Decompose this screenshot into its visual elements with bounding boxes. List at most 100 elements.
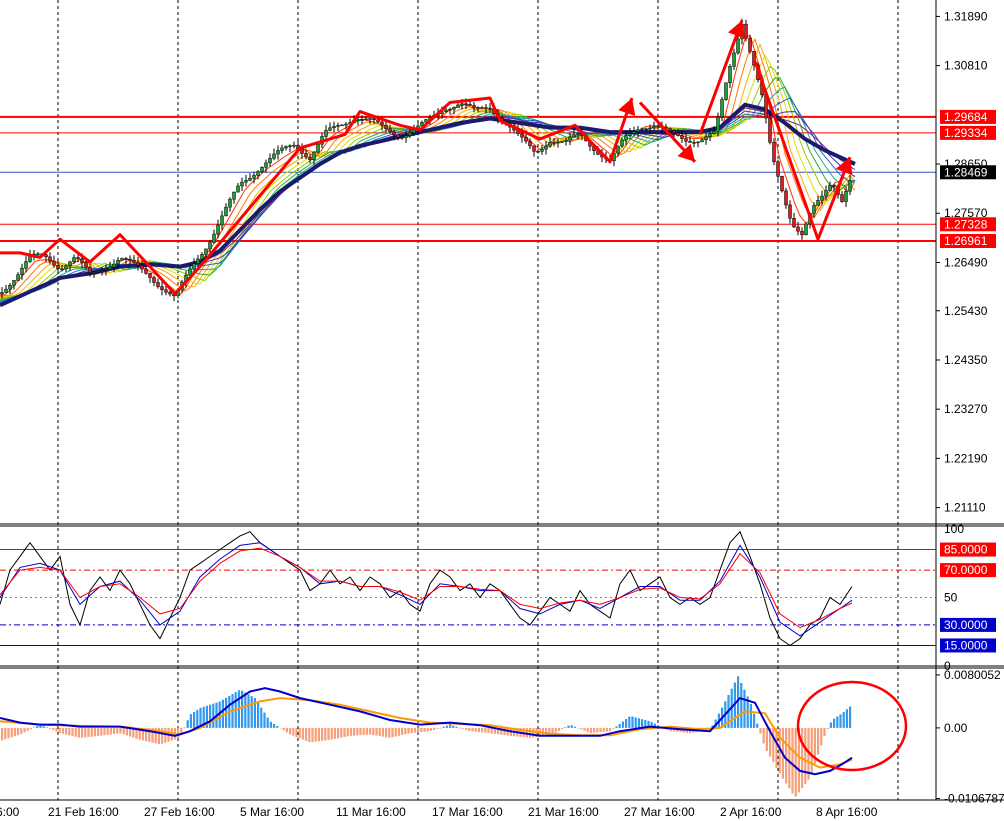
candle-body [8, 284, 12, 290]
macd-histogram-bar [561, 727, 564, 730]
candle-body [784, 190, 788, 206]
candle-body [144, 268, 148, 274]
macd-histogram-bar [260, 707, 263, 728]
macd-histogram-bar [465, 727, 468, 730]
macd-histogram-bar [637, 718, 640, 728]
candle-body [812, 205, 816, 214]
macd-histogram-bar [762, 727, 765, 744]
macd-histogram-bar [484, 727, 487, 733]
macd-histogram-bar [36, 725, 39, 728]
macd-histogram-bar [471, 727, 474, 732]
chart-root: 6:00 21 Feb 16:00 27 Feb 16:00 5 Mar 16:00 1… [0, 0, 1004, 821]
candle-body [4, 288, 8, 293]
price-level-label: 1.29334 [944, 126, 988, 140]
candle-body [544, 145, 548, 150]
candle-body [484, 107, 488, 109]
candle-body [204, 248, 208, 255]
macd-histogram-bar [263, 712, 266, 728]
macd-histogram-bar [413, 727, 416, 733]
macd-histogram-bar [212, 703, 215, 728]
candle-body [652, 126, 656, 129]
macd-histogram-bar [436, 727, 439, 729]
macd-histogram-bar [77, 727, 80, 738]
candle-body [116, 260, 120, 265]
candle-body [20, 267, 24, 275]
candle-body [276, 150, 280, 155]
candle-body [332, 126, 336, 129]
macd-histogram-bar [641, 719, 644, 728]
candle-body [732, 52, 736, 67]
candle-body [720, 99, 724, 118]
macd-histogram-bar [468, 727, 471, 731]
macd-histogram-bar [317, 727, 320, 742]
macd-histogram-bar [49, 727, 52, 729]
macd-histogram-bar [381, 727, 384, 737]
candle-body [692, 142, 696, 144]
macd-histogram-bar [186, 720, 189, 728]
candle-body [84, 262, 88, 268]
candle-body [160, 286, 164, 291]
macd-histogram-bar [266, 717, 269, 728]
macd-histogram-bar [321, 727, 324, 741]
macd-histogram-bar [449, 724, 452, 728]
candle-body [128, 258, 132, 261]
y-tick-label: 1.26490 [944, 255, 988, 269]
stoch-level-label: 30.0000 [944, 618, 988, 632]
candle-body [468, 104, 472, 106]
candle-body [684, 138, 688, 142]
macd-histogram-bar [557, 727, 560, 731]
macd-histogram-bar [740, 682, 743, 728]
candle-body [88, 266, 92, 273]
macd-histogram-bar [753, 713, 756, 728]
candle-body [520, 133, 524, 138]
candle-body [100, 270, 104, 272]
y-tick-label: 1.21110 [944, 501, 986, 515]
candle-body [828, 184, 832, 191]
macd-histogram-bar [196, 709, 199, 728]
x-tick-label: 17 Mar 16:00 [432, 805, 503, 819]
macd-histogram-bar [397, 727, 400, 736]
stoch-level-label: 85.0000 [944, 543, 988, 557]
candle-body [268, 158, 272, 164]
x-tick-label: 11 Mar 16:00 [336, 805, 406, 819]
x-tick-label: 2 Apr 16:00 [720, 805, 782, 819]
candle-body [464, 103, 468, 105]
macd-histogram-bar [583, 727, 586, 731]
candle-body [120, 258, 124, 261]
candle-body [736, 38, 740, 54]
x-tick-label: 8 Apr 16:00 [816, 805, 878, 819]
candle-body [92, 271, 96, 273]
macd-histogram-bar [58, 727, 61, 734]
macd-histogram-bar [612, 727, 615, 729]
candle-body [780, 176, 784, 192]
macd-histogram-bar [529, 727, 532, 738]
macd-histogram-bar [161, 727, 164, 744]
current-price-label: 1.28469 [944, 165, 988, 179]
candle-body [156, 282, 160, 287]
macd-histogram-bar [442, 726, 445, 728]
macd-histogram-bar [183, 727, 186, 729]
macd-histogram-bar [340, 727, 343, 738]
candle-body [140, 265, 144, 270]
y-tick-label: 1.23270 [944, 402, 988, 416]
macd-histogram-bar [71, 727, 74, 737]
macd-histogram-bar [289, 727, 292, 735]
candle-body [292, 144, 296, 147]
candle-body [716, 116, 720, 132]
candle-body [648, 127, 652, 130]
stoch-level-label: 15.0000 [944, 638, 988, 652]
macd-histogram-bar [836, 716, 839, 728]
candle-body [256, 171, 260, 176]
candle-body [124, 258, 128, 260]
macd-histogram-bar [481, 727, 484, 733]
candle-body [392, 131, 396, 136]
macd-histogram-bar [439, 727, 442, 729]
y-tick-label: 1.31890 [944, 9, 988, 23]
candle-body [368, 118, 372, 120]
candle-body [104, 268, 108, 271]
candle-body [52, 260, 56, 266]
candle-body [636, 129, 640, 132]
y-tick-label: 1.25430 [944, 304, 988, 318]
macd-histogram-bar [269, 721, 272, 728]
candle-body [360, 119, 364, 121]
